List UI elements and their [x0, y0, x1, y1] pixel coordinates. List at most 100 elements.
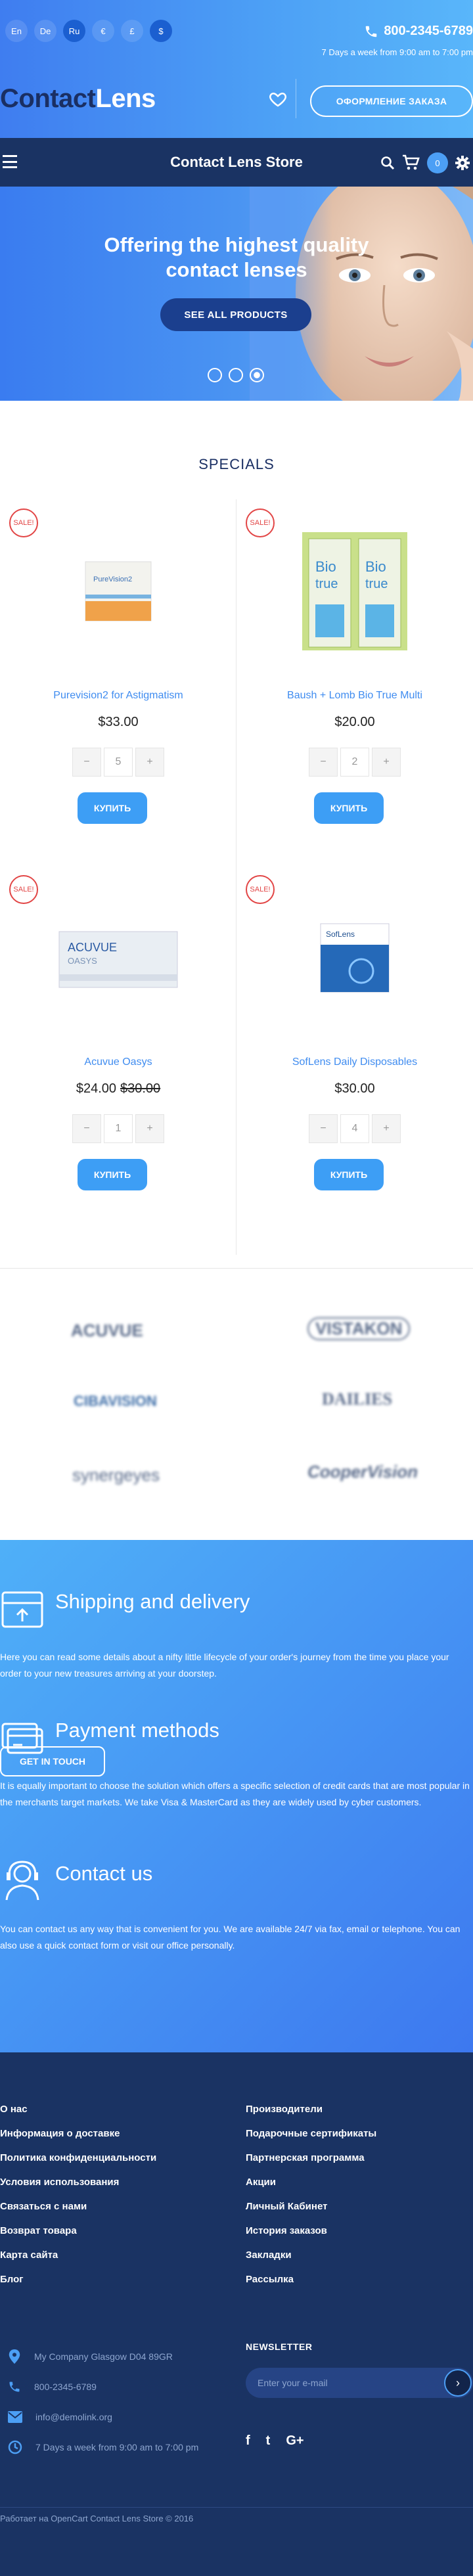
cart-count-badge[interactable]: 0 — [427, 152, 448, 173]
footer-link[interactable]: Карта сайта — [0, 2249, 156, 2274]
social-links: f t G+ — [246, 2433, 304, 2449]
footer-link[interactable]: Партнерская программа — [246, 2152, 376, 2177]
product-name[interactable]: SofLens Daily Disposables — [236, 1056, 473, 1068]
brand-logo[interactable]: DAILIES — [322, 1390, 392, 1409]
currency-eur-button[interactable]: € — [92, 20, 114, 42]
see-all-products-button[interactable]: SEE ALL PRODUCTS — [160, 298, 311, 331]
hero-slider[interactable]: Offering the highest quality contact len… — [0, 187, 473, 401]
footer-link[interactable]: Подарочные сертификаты — [246, 2128, 376, 2152]
product-image[interactable]: PureVision2 — [53, 519, 184, 664]
footer-email[interactable]: info@demolink.org — [8, 2402, 198, 2432]
footer-phone[interactable]: 800-2345-6789 — [8, 2372, 198, 2402]
slider-dot-1[interactable] — [208, 368, 222, 382]
header-phone[interactable]: 800-2345-6789 — [364, 24, 473, 39]
language-de-button[interactable]: De — [34, 20, 56, 42]
quantity-increase-button[interactable]: + — [372, 1114, 401, 1143]
footer-link[interactable]: Политика конфиденциальности — [0, 2152, 156, 2177]
product-price: $24.00 $30.00 — [0, 1081, 236, 1096]
language-ru-button[interactable]: Ru — [63, 20, 85, 42]
facebook-icon[interactable]: f — [246, 2433, 250, 2449]
quantity-increase-button[interactable]: + — [135, 748, 164, 777]
slider-dot-3[interactable] — [250, 368, 264, 382]
currency-usd-button[interactable]: $ — [150, 20, 172, 42]
svg-text:Bio: Bio — [315, 558, 336, 575]
twitter-icon[interactable]: t — [266, 2433, 271, 2449]
brand-logo[interactable]: CooperVision — [307, 1462, 418, 1482]
search-icon[interactable] — [380, 155, 395, 171]
product-name[interactable]: Acuvue Oasys — [0, 1056, 236, 1068]
footer-link[interactable]: Блог — [0, 2274, 156, 2298]
quantity-value[interactable]: 1 — [104, 1114, 133, 1143]
current-price: $20.00 — [334, 715, 375, 729]
envelope-icon — [8, 2411, 22, 2423]
footer-link[interactable]: Личный Кабинет — [246, 2201, 376, 2225]
footer-link[interactable]: Информация о доставке — [0, 2128, 156, 2152]
nav-icons: 0 — [380, 152, 470, 173]
clock-icon — [8, 2440, 22, 2454]
google-plus-icon[interactable]: G+ — [286, 2433, 304, 2449]
footer-link[interactable]: Связаться с нами — [0, 2201, 156, 2225]
brand-logo[interactable]: VISTAKON — [307, 1317, 411, 1340]
quantity-decrease-button[interactable]: − — [72, 1114, 101, 1143]
cart-icon[interactable] — [402, 154, 420, 171]
wishlist-heart-icon[interactable] — [268, 89, 288, 109]
buy-button[interactable]: КУПИТЬ — [78, 1159, 147, 1190]
brand-logo[interactable]: CIBAVISION — [74, 1393, 157, 1410]
quantity-decrease-button[interactable]: − — [309, 748, 338, 777]
hero-woman-face-image — [250, 187, 473, 401]
language-currency-switcher: En De Ru € £ $ — [5, 20, 172, 42]
quantity-decrease-button[interactable]: − — [309, 1114, 338, 1143]
main-navbar: Contact Lens Store 0 — [0, 138, 473, 187]
checkout-button[interactable]: ОФОРМЛЕНИЕ ЗАКАЗА — [310, 85, 473, 117]
footer-link[interactable]: Производители — [246, 2104, 376, 2128]
product-image[interactable]: SofLens — [289, 886, 420, 1030]
footer-link[interactable]: Условия использования — [0, 2177, 156, 2201]
current-price: $24.00 — [76, 1081, 116, 1096]
buy-button[interactable]: КУПИТЬ — [314, 792, 384, 824]
language-en-button[interactable]: En — [5, 20, 28, 42]
quantity-decrease-button[interactable]: − — [72, 748, 101, 777]
footer-address: My Company Glasgow D04 89GR — [8, 2341, 198, 2372]
product-card: SALE! SofLens SofLens Daily Disposables … — [236, 866, 473, 1234]
quantity-value[interactable]: 5 — [104, 748, 133, 777]
logo-text-lens: Lens — [95, 84, 156, 113]
brand-logo[interactable]: synergeyes — [72, 1465, 160, 1485]
quantity-increase-button[interactable]: + — [135, 1114, 164, 1143]
quantity-increase-button[interactable]: + — [372, 748, 401, 777]
buy-button[interactable]: КУПИТЬ — [78, 792, 147, 824]
product-name[interactable]: Baush + Lomb Bio True Multi — [236, 690, 473, 702]
product-card: SALE! PureVision2 Purevision2 for Astigm… — [0, 499, 236, 867]
get-in-touch-button[interactable]: GET IN TOUCH — [0, 1746, 105, 1776]
footer-link[interactable]: Возврат товара — [0, 2225, 156, 2249]
quantity-stepper: −5 + — [72, 748, 164, 777]
product-image[interactable]: Bio true Bio true — [289, 519, 420, 664]
site-footer: О нас Информация о доставке Политика кон… — [0, 2052, 473, 2576]
footer-link[interactable]: Закладки — [246, 2249, 376, 2274]
slider-dot-2[interactable] — [229, 368, 243, 382]
phone-icon — [9, 2382, 20, 2392]
newsletter-form: › — [246, 2368, 473, 2398]
current-price: $33.00 — [98, 715, 139, 729]
quantity-value[interactable]: 4 — [340, 1114, 369, 1143]
product-name[interactable]: Purevision2 for Astigmatism — [0, 690, 236, 702]
currency-gbp-button[interactable]: £ — [121, 20, 143, 42]
footer-links-info: О нас Информация о доставке Политика кон… — [0, 2104, 156, 2298]
footer-link[interactable]: История заказов — [246, 2225, 376, 2249]
info-section: Shipping and delivery Here you can read … — [0, 1540, 473, 2052]
footer-link[interactable]: О нас — [0, 2104, 156, 2128]
shipping-title: Shipping and delivery — [55, 1590, 250, 1613]
contact-title: Contact us — [55, 1862, 153, 1885]
sale-badge: SALE! — [246, 508, 275, 537]
footer-link[interactable]: Рассылка — [246, 2274, 376, 2298]
brands-divider — [0, 1268, 473, 1269]
footer-link[interactable]: Акции — [246, 2177, 376, 2201]
settings-gear-icon[interactable] — [455, 155, 470, 171]
newsletter-email-input[interactable] — [246, 2378, 436, 2388]
brand-logo[interactable]: ACUVUE — [71, 1321, 143, 1341]
footer-hours: 7 Days a week from 9:00 am to 7:00 pm — [8, 2432, 198, 2462]
site-logo[interactable]: ContactLens — [0, 84, 156, 114]
quantity-value[interactable]: 2 — [340, 748, 369, 777]
newsletter-submit-button[interactable]: › — [444, 2369, 472, 2397]
buy-button[interactable]: КУПИТЬ — [314, 1159, 384, 1190]
product-image[interactable]: ACUVUE OASYS — [53, 886, 184, 1030]
